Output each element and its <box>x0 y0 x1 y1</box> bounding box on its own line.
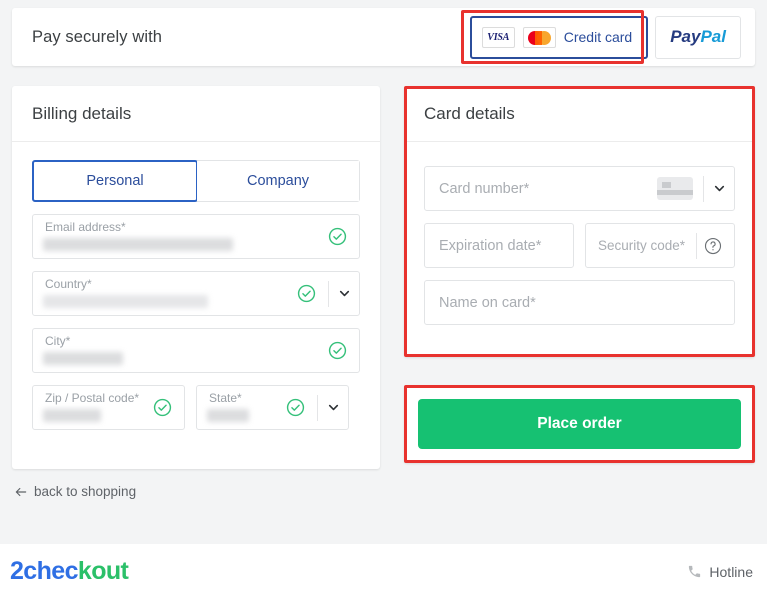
2checkout-logo: 2checkout <box>10 557 129 586</box>
valid-check-icon <box>328 341 347 360</box>
page-footer: 2checkout Hotline <box>0 544 767 599</box>
name-on-card-placeholder: Name on card* <box>439 294 536 311</box>
security-code-placeholder: Security code* <box>598 238 686 253</box>
arrow-left-icon <box>15 487 27 496</box>
card-details-heading: Card details <box>404 86 755 142</box>
page-title: Pay securely with <box>32 27 163 46</box>
valid-check-icon <box>286 398 305 417</box>
tab-company[interactable]: Company <box>197 161 359 201</box>
payment-method-list: VISA Credit card Pay Pal <box>469 8 741 66</box>
city-field-label: City* <box>45 334 71 348</box>
name-on-card-field[interactable]: Name on card* <box>424 280 735 325</box>
email-field-value-redacted <box>43 238 233 251</box>
paypal-logo-pal: Pal <box>700 27 726 46</box>
paypal-logo-pay: Pay <box>670 27 701 46</box>
payment-method-credit-card[interactable]: VISA Credit card <box>469 15 649 59</box>
hotline-link[interactable]: Hotline <box>687 564 753 580</box>
state-field-label: State* <box>209 391 242 405</box>
checkout-page: Pay securely with VISA Credit card Pay Pa… <box>0 0 767 599</box>
card-details-panel: Card details Card number* Expiration dat… <box>404 86 755 357</box>
tab-company-label: Company <box>246 173 310 189</box>
visa-icon: VISA <box>481 26 515 48</box>
place-order-button[interactable]: Place order <box>418 399 741 449</box>
zip-state-row: Zip / Postal code* State* <box>32 373 360 430</box>
state-dropdown-toggle[interactable] <box>318 401 348 414</box>
zip-field-value-redacted <box>43 409 101 422</box>
billing-details-heading: Billing details <box>12 86 380 142</box>
mastercard-icon <box>522 26 556 48</box>
valid-check-icon <box>328 227 347 246</box>
card-details-body: Card number* Expiration date* Security c… <box>404 142 755 345</box>
logo-part-1: 2chec <box>10 557 78 585</box>
field-divider <box>696 232 697 259</box>
hotline-label: Hotline <box>709 563 753 580</box>
valid-check-icon <box>297 284 316 303</box>
billing-type-toggle: Personal Company <box>32 160 360 202</box>
expiry-cvv-row: Expiration date* Security code* <box>424 211 735 268</box>
country-dropdown-toggle[interactable] <box>329 287 359 300</box>
expiration-date-field[interactable]: Expiration date* <box>424 223 574 268</box>
email-field-label: Email address* <box>45 220 126 234</box>
credit-card-label: Credit card <box>563 29 633 45</box>
email-field[interactable]: Email address* <box>32 214 360 259</box>
visa-icon-label: VISA <box>487 31 510 43</box>
chevron-down-icon <box>328 404 338 411</box>
payment-method-bar: Pay securely with VISA Credit card Pay Pa… <box>12 8 755 66</box>
back-to-shopping-label: back to shopping <box>34 484 137 499</box>
country-field[interactable]: Country* <box>32 271 360 316</box>
billing-details-panel: Billing details Personal Company Email a… <box>12 86 380 469</box>
security-code-field[interactable]: Security code* <box>585 223 735 268</box>
phone-icon <box>689 565 701 578</box>
logo-part-2: kout <box>77 557 129 585</box>
valid-check-icon <box>153 398 172 417</box>
tab-personal[interactable]: Personal <box>32 160 198 202</box>
billing-details-body: Personal Company Email address* Country* <box>12 142 380 450</box>
credit-card-icon <box>657 177 693 200</box>
help-circle-icon[interactable] <box>704 237 722 255</box>
payment-method-paypal[interactable]: Pay Pal <box>655 15 741 59</box>
zip-field-label: Zip / Postal code* <box>45 391 140 405</box>
card-number-placeholder: Card number* <box>439 180 530 197</box>
card-number-dropdown-toggle[interactable] <box>704 182 734 195</box>
country-field-value-redacted <box>43 295 208 308</box>
state-field-value-redacted <box>207 409 249 422</box>
state-field[interactable]: State* <box>196 385 349 430</box>
chevron-down-icon <box>339 290 349 297</box>
card-number-field[interactable]: Card number* <box>424 166 735 211</box>
chevron-down-icon <box>714 185 724 192</box>
expiration-date-placeholder: Expiration date* <box>439 237 542 254</box>
back-to-shopping-link[interactable]: back to shopping <box>14 484 136 499</box>
city-field-value-redacted <box>43 352 123 365</box>
country-field-label: Country* <box>45 277 92 291</box>
zip-field[interactable]: Zip / Postal code* <box>32 385 185 430</box>
place-order-panel: Place order <box>404 385 755 463</box>
tab-personal-label: Personal <box>86 173 144 189</box>
city-field[interactable]: City* <box>32 328 360 373</box>
